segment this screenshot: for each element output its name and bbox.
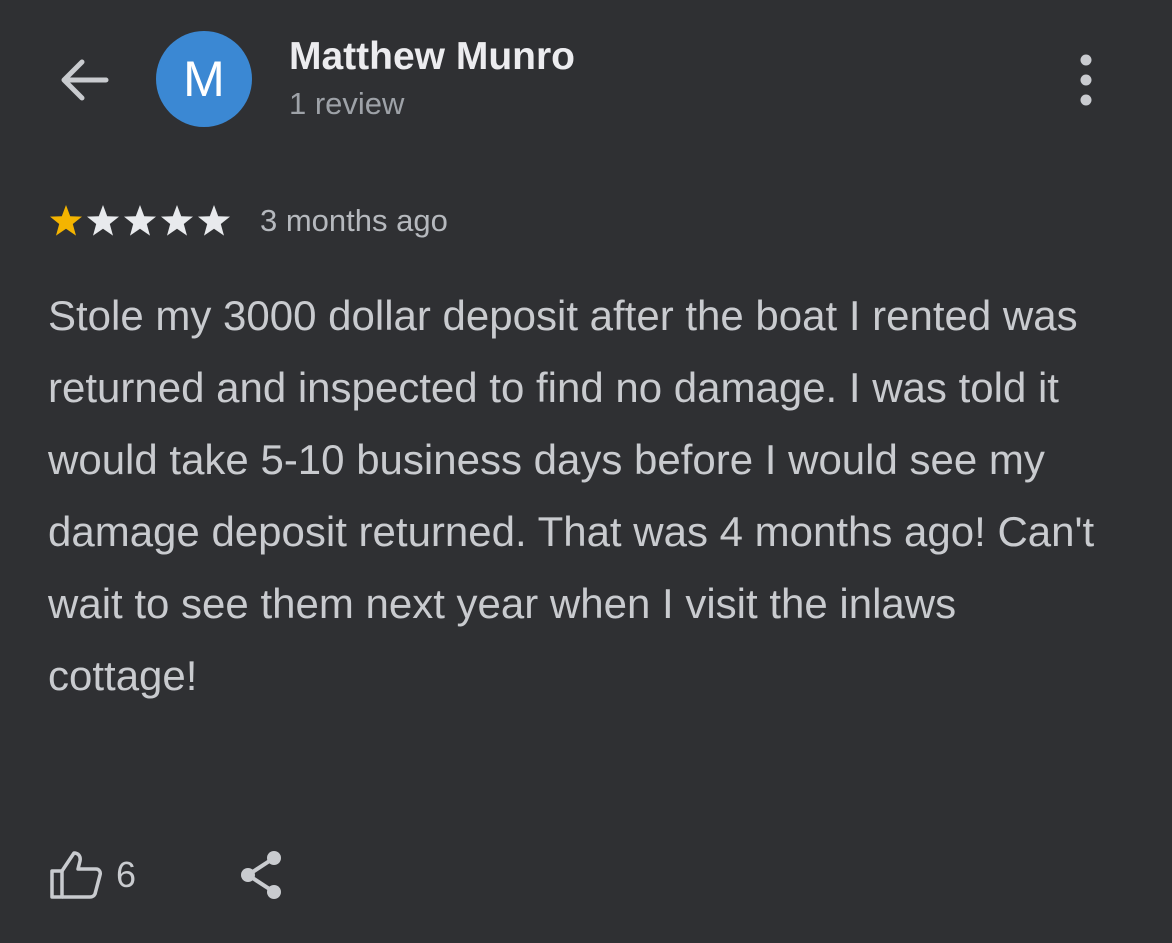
reviewer-name[interactable]: Matthew Munro: [289, 35, 575, 79]
review-text: Stole my 3000 dollar deposit after the b…: [48, 292, 1095, 699]
thumbs-up-icon: [50, 851, 102, 899]
avatar[interactable]: M: [156, 31, 252, 127]
review-actions: 6: [48, 840, 286, 910]
share-button[interactable]: [236, 848, 286, 902]
star-filled-icon: [50, 205, 82, 236]
back-button[interactable]: [54, 52, 114, 108]
star-empty-icon: [124, 205, 156, 236]
more-options-button[interactable]: [1060, 50, 1112, 110]
star-empty-icon: [87, 205, 119, 236]
star-empty-icon: [161, 205, 193, 236]
review-header: M Matthew Munro 1 review: [0, 0, 1172, 160]
share-icon: [241, 851, 282, 899]
avatar-initial: M: [183, 51, 225, 107]
star-rating: [48, 203, 232, 239]
back-arrow-icon: [61, 59, 109, 101]
more-vertical-icon: [1080, 54, 1092, 106]
review-time: 3 months ago: [260, 203, 448, 238]
rating-row: 3 months ago: [48, 196, 448, 246]
star-empty-icon: [198, 205, 230, 236]
like-count: 6: [116, 854, 137, 895]
reviewer-review-count: 1 review: [289, 86, 405, 121]
like-button[interactable]: 6: [48, 849, 136, 901]
